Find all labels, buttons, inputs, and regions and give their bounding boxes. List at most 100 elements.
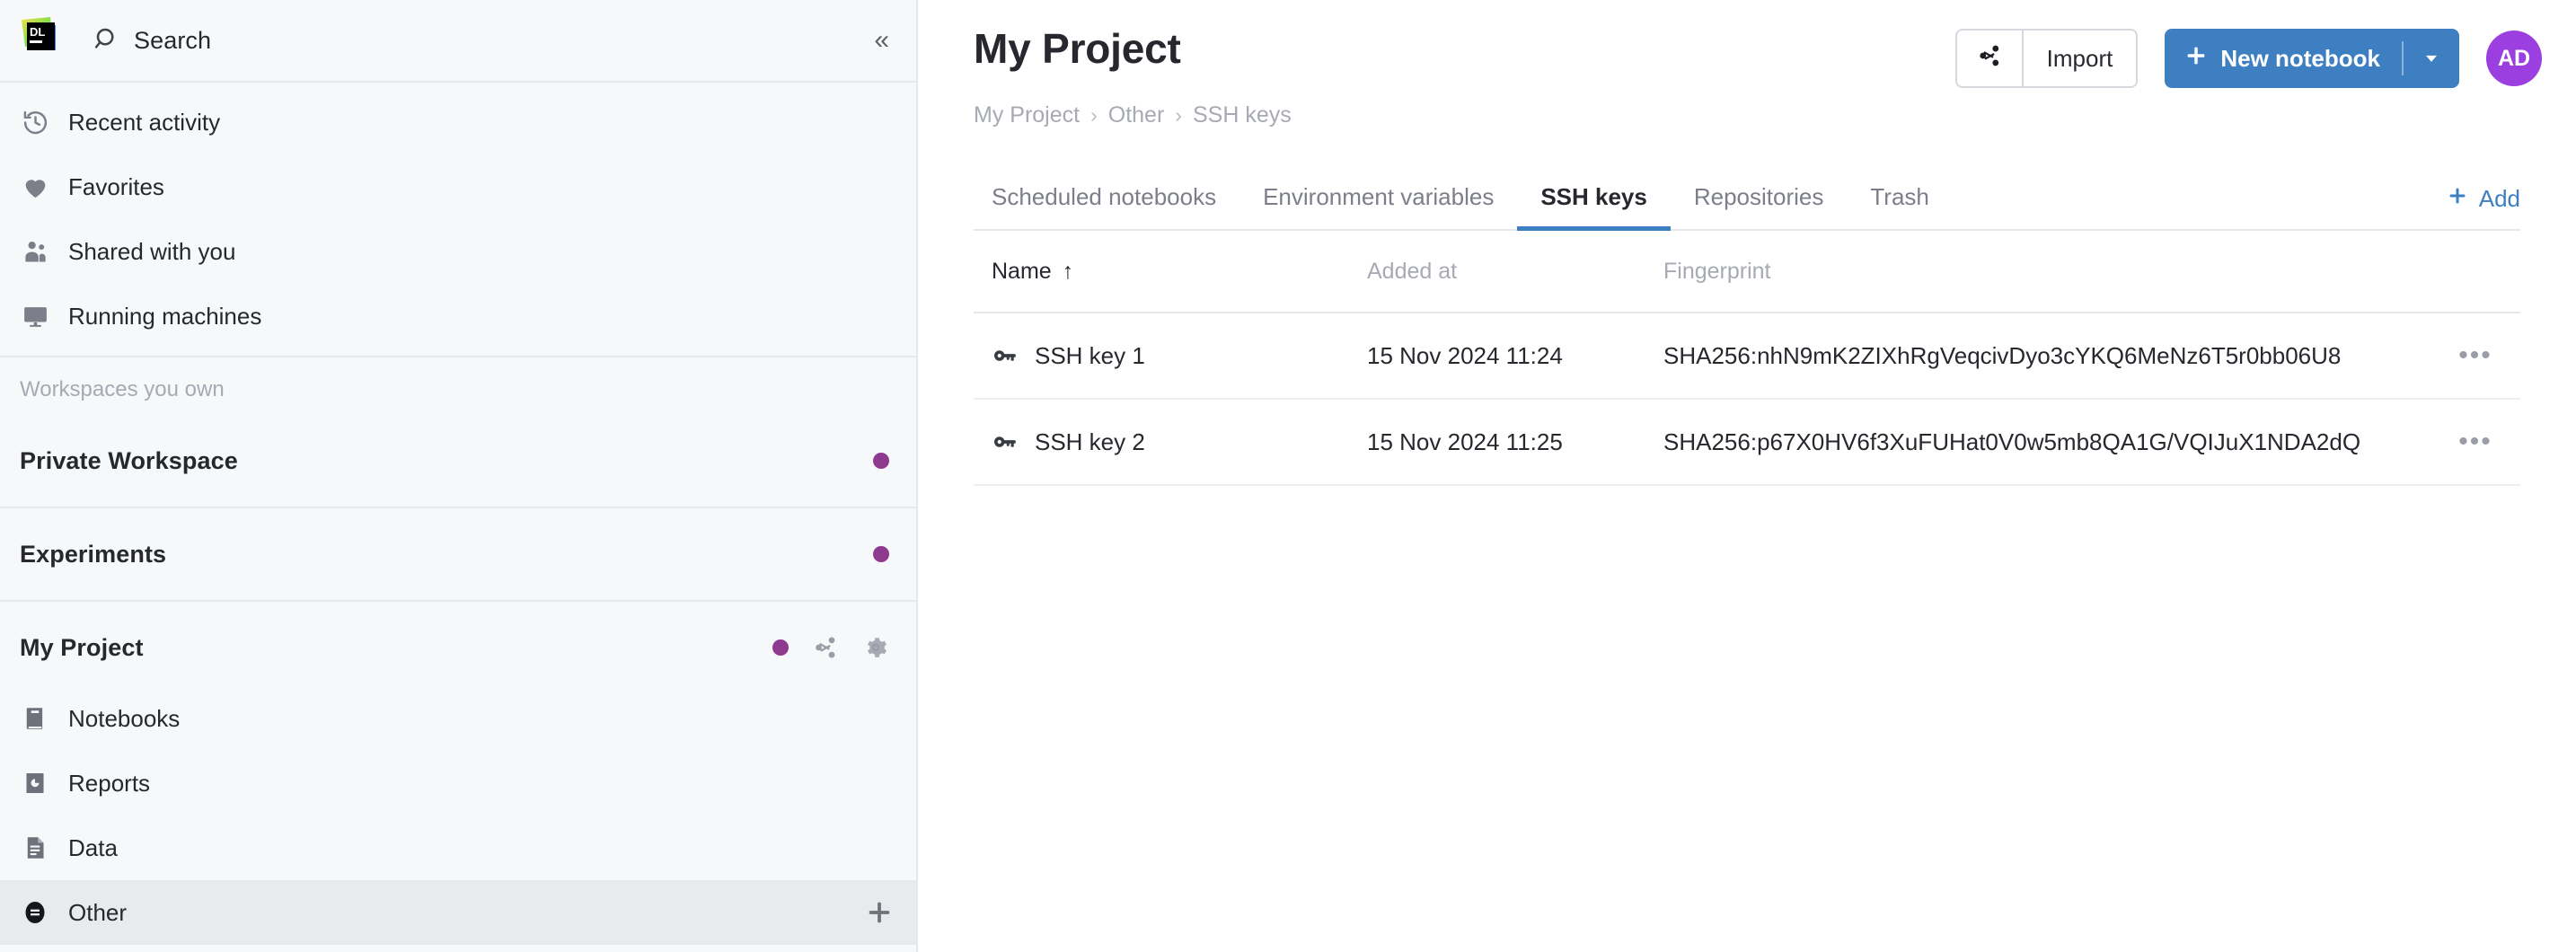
cell-added-at: 15 Nov 2024 11:25 [1367, 428, 1663, 456]
breadcrumb-separator: › [1090, 103, 1098, 128]
sidebar: DL Search « [0, 0, 918, 952]
private-workspace-actions [873, 453, 889, 469]
heart-icon [20, 172, 50, 202]
breadcrumb-item-other[interactable]: Other [1108, 102, 1165, 128]
table-row[interactable]: SSH key 2 15 Nov 2024 11:25 SHA256:p67X0… [974, 400, 2520, 486]
sidebar-item-running-machines[interactable]: Running machines [0, 284, 916, 348]
add-label: Add [2479, 185, 2520, 213]
column-header-name[interactable]: Name ↑ [992, 259, 1367, 285]
key-icon [992, 342, 1019, 369]
history-clock-icon [20, 107, 50, 137]
data-file-icon [20, 833, 50, 863]
svg-text:DL: DL [30, 25, 45, 39]
ssh-key-name: SSH key 2 [1035, 428, 1145, 456]
add-other-plus-icon[interactable] [864, 897, 895, 928]
datalore-logo-icon: DL [20, 16, 68, 65]
collapse-sidebar-icon[interactable]: « [874, 27, 889, 54]
header-actions: Import New notebook [1955, 29, 2542, 88]
sidebar-item-label: Notebooks [68, 705, 180, 733]
table-row[interactable]: SSH key 1 15 Nov 2024 11:24 SHA256:nhN9m… [974, 313, 2520, 400]
new-notebook-label: New notebook [2220, 45, 2380, 73]
row-overflow-menu-icon[interactable]: ••• [2458, 428, 2492, 455]
tab-ssh-keys[interactable]: SSH keys [1517, 183, 1671, 229]
main-content: My Project [918, 0, 2576, 952]
breadcrumb-separator: › [1175, 103, 1182, 128]
row-overflow-menu-icon[interactable]: ••• [2458, 342, 2492, 369]
breadcrumb-item-project[interactable]: My Project [974, 102, 1080, 128]
column-header-added-at[interactable]: Added at [1367, 259, 1663, 285]
sidebar-item-experiments[interactable]: Experiments [0, 516, 916, 593]
tab-bar: Scheduled notebooks Environment variable… [974, 164, 2520, 231]
sidebar-item-label: Shared with you [68, 238, 235, 266]
experiments-label: Experiments [20, 541, 166, 569]
new-notebook-button[interactable]: New notebook [2165, 29, 2459, 88]
tab-scheduled-notebooks[interactable]: Scheduled notebooks [974, 183, 1239, 229]
ssh-key-name: SSH key 1 [1035, 342, 1145, 370]
search-icon [93, 25, 120, 57]
sidebar-item-favorites[interactable]: Favorites [0, 154, 916, 219]
cell-added-at: 15 Nov 2024 11:24 [1367, 342, 1663, 370]
my-project-section: My Project [0, 602, 916, 952]
breadcrumb: My Project › Other › SSH keys [918, 88, 2576, 128]
status-dot [873, 453, 889, 469]
page-header: My Project [918, 0, 2576, 88]
sidebar-item-label: Favorites [68, 173, 164, 201]
notebook-icon [20, 703, 50, 734]
plus-icon [2447, 185, 2468, 213]
experiments-section: Experiments [0, 508, 916, 602]
chevron-down-icon[interactable] [2404, 29, 2459, 88]
workspaces-caption: Workspaces you own [0, 357, 916, 415]
avatar[interactable]: AD [2486, 31, 2542, 86]
gear-icon[interactable] [862, 634, 889, 661]
sidebar-item-shared-with-you[interactable]: Shared with you [0, 219, 916, 284]
sidebar-item-label: Data [68, 834, 118, 862]
sidebar-item-private-workspace[interactable]: Private Workspace [0, 422, 916, 499]
share-import-button-group: Import [1955, 29, 2139, 88]
search-label: Search [134, 27, 211, 55]
row-menu-cell: ••• [2439, 428, 2511, 455]
monitor-icon [20, 301, 50, 331]
sidebar-item-my-project[interactable]: My Project [0, 609, 916, 686]
cell-name: SSH key 1 [992, 342, 1367, 370]
share-icon[interactable] [812, 634, 839, 661]
cell-fingerprint: SHA256:nhN9mK2ZIXhRgVeqcivDyo3cYKQ6MeNz6… [1663, 342, 2439, 370]
import-button[interactable]: Import [2022, 31, 2137, 86]
search-button[interactable]: Search [84, 20, 220, 62]
share-button[interactable] [1957, 31, 2022, 86]
sidebar-item-label: Recent activity [68, 109, 220, 137]
share-icon [1977, 43, 2002, 75]
column-header-fingerprint[interactable]: Fingerprint [1663, 259, 2439, 285]
report-icon [20, 768, 50, 798]
status-dot [772, 639, 789, 656]
cell-fingerprint: SHA256:p67X0HV6f3XuFUHat0V0w5mb8QA1G/VQI… [1663, 428, 2439, 456]
sidebar-item-data[interactable]: Data [0, 815, 916, 880]
tab-repositories[interactable]: Repositories [1671, 183, 1848, 229]
sidebar-item-reports[interactable]: Reports [0, 751, 916, 815]
private-workspace-section: Private Workspace [0, 415, 916, 508]
ssh-keys-table: Name ↑ Added at Fingerprint [974, 231, 2520, 486]
app-root: DL Search « [0, 0, 2576, 952]
breadcrumb-item-ssh-keys[interactable]: SSH keys [1193, 102, 1292, 128]
table-header-row: Name ↑ Added at Fingerprint [974, 231, 2520, 313]
other-circle-icon [20, 897, 50, 928]
key-icon [992, 428, 1019, 455]
my-project-label: My Project [20, 634, 144, 662]
private-workspace-label: Private Workspace [20, 447, 238, 475]
my-project-actions [772, 634, 889, 661]
sidebar-header: DL Search « [0, 0, 916, 83]
tab-trash[interactable]: Trash [1847, 183, 1953, 229]
new-notebook-main[interactable]: New notebook [2165, 29, 2402, 88]
sidebar-item-label: Reports [68, 770, 150, 798]
sort-ascending-icon: ↑ [1063, 259, 1074, 285]
sidebar-item-notebooks[interactable]: Notebooks [0, 686, 916, 751]
tab-environment-variables[interactable]: Environment variables [1239, 183, 1517, 229]
column-header-name-label: Name [992, 259, 1052, 285]
people-icon [20, 236, 50, 267]
sidebar-item-other[interactable]: Other [0, 880, 916, 945]
status-dot [873, 546, 889, 562]
experiments-actions [873, 546, 889, 562]
sidebar-nav-section: Recent activity Favorites [0, 83, 916, 357]
plus-icon [2184, 44, 2208, 74]
sidebar-item-recent-activity[interactable]: Recent activity [0, 90, 916, 154]
add-ssh-key-button[interactable]: Add [2447, 185, 2520, 229]
